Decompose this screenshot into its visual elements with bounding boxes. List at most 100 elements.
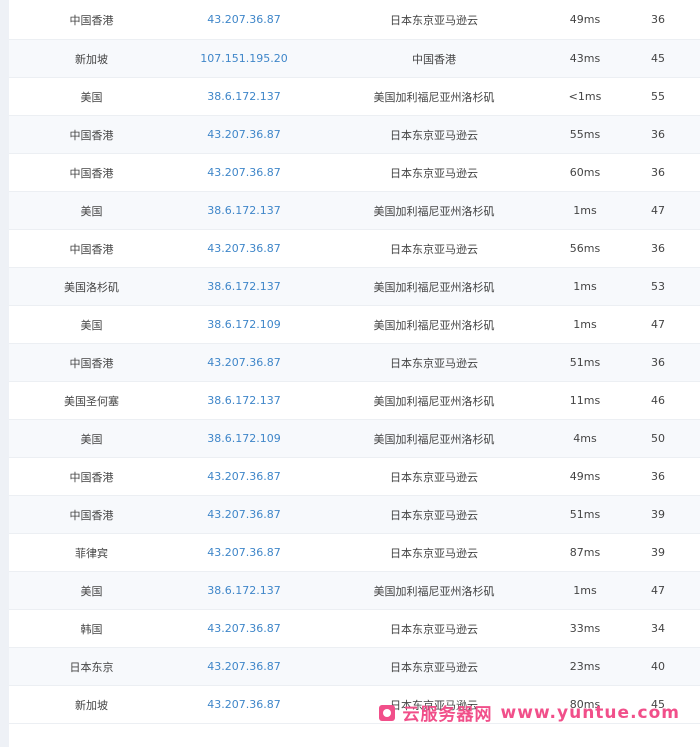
isp-cell: 日本东京亚马逊云: [390, 470, 478, 484]
isp-cell: 美国加利福尼亚州洛杉矶: [373, 90, 495, 104]
ip-link[interactable]: 43.207.36.87: [174, 698, 314, 711]
ip-link[interactable]: 43.207.36.87: [174, 356, 314, 369]
table-row: 中国香港 43.207.36.87 日本东京亚马逊云 49ms 36: [9, 0, 700, 40]
isp-cell: 美国加利福尼亚州洛杉矶: [373, 318, 495, 332]
table-row: 中国香港 43.207.36.87 日本东京亚马逊云 51ms 36: [9, 344, 700, 382]
location-cell: 新加坡: [75, 52, 108, 66]
location-cell: 中国香港: [69, 242, 114, 256]
table-row: 韩国 43.207.36.87 日本东京亚马逊云 33ms 34: [9, 610, 700, 648]
ttl-cell: 36: [651, 470, 665, 483]
response-time-cell: 56ms: [569, 242, 601, 255]
table-row: 中国香港 43.207.36.87 日本东京亚马逊云 56ms 36: [9, 230, 700, 268]
response-time-cell: 55ms: [569, 128, 601, 141]
ttl-cell: 40: [651, 660, 665, 673]
ip-link[interactable]: 38.6.172.109: [174, 432, 314, 445]
isp-cell: 日本东京亚马逊云: [390, 546, 478, 560]
ip-link[interactable]: 43.207.36.87: [174, 660, 314, 673]
ip-link[interactable]: 43.207.36.87: [174, 546, 314, 559]
ttl-cell: 36: [651, 166, 665, 179]
response-time-cell: 1ms: [573, 318, 597, 331]
isp-cell: 日本东京亚马逊云: [390, 508, 478, 522]
watermark-logo-icon: [378, 704, 395, 721]
ip-link[interactable]: 43.207.36.87: [174, 242, 314, 255]
ip-link[interactable]: 107.151.195.20: [174, 52, 314, 65]
location-cell: 韩国: [80, 622, 103, 636]
location-cell: 新加坡: [75, 698, 108, 712]
ip-link[interactable]: 38.6.172.137: [174, 204, 314, 217]
watermark: 云服务器网 www.yuntue.com: [378, 700, 680, 725]
ip-link[interactable]: 43.207.36.87: [174, 622, 314, 635]
response-time-cell: 1ms: [573, 584, 597, 597]
ttl-cell: 47: [651, 584, 665, 597]
ttl-cell: 45: [651, 52, 665, 65]
response-time-cell: 11ms: [569, 394, 601, 407]
response-time-cell: 51ms: [569, 508, 601, 521]
ttl-cell: 46: [651, 394, 665, 407]
ttl-cell: 36: [651, 356, 665, 369]
response-time-cell: <1ms: [568, 90, 602, 103]
ip-link[interactable]: 38.6.172.109: [174, 318, 314, 331]
isp-cell: 日本东京亚马逊云: [390, 128, 478, 142]
isp-cell: 日本东京亚马逊云: [390, 242, 478, 256]
response-time-cell: 51ms: [569, 356, 601, 369]
ttl-cell: 50: [651, 432, 665, 445]
response-time-cell: 4ms: [573, 432, 597, 445]
ttl-cell: 47: [651, 318, 665, 331]
location-cell: 美国洛杉矶: [64, 280, 119, 294]
ttl-cell: 47: [651, 204, 665, 217]
location-cell: 日本东京: [69, 660, 114, 674]
location-cell: 中国香港: [69, 13, 114, 27]
table-row: 美国 38.6.172.137 美国加利福尼亚州洛杉矶 1ms 47: [9, 192, 700, 230]
ping-results-panel: 中国香港 43.207.36.87 日本东京亚马逊云 49ms 36 新加坡 107.151…: [0, 0, 700, 747]
location-cell: 美国: [80, 432, 103, 446]
ip-link[interactable]: 43.207.36.87: [174, 128, 314, 141]
ip-link[interactable]: 38.6.172.137: [174, 394, 314, 407]
table-row: 中国香港 43.207.36.87 日本东京亚马逊云 49ms 36: [9, 458, 700, 496]
location-cell: 美国: [80, 318, 103, 332]
ttl-cell: 39: [651, 508, 665, 521]
ip-link[interactable]: 38.6.172.137: [174, 90, 314, 103]
ip-link[interactable]: 43.207.36.87: [174, 13, 314, 26]
ttl-cell: 39: [651, 546, 665, 559]
isp-cell: 美国加利福尼亚州洛杉矶: [373, 584, 495, 598]
isp-cell: 日本东京亚马逊云: [390, 166, 478, 180]
response-time-cell: 49ms: [569, 13, 601, 26]
table-row: 美国 38.6.172.109 美国加利福尼亚州洛杉矶 4ms 50: [9, 420, 700, 458]
table-row: 美国圣何塞 38.6.172.137 美国加利福尼亚州洛杉矶 11ms 46: [9, 382, 700, 420]
table-row: 美国 38.6.172.109 美国加利福尼亚州洛杉矶 1ms 47: [9, 306, 700, 344]
isp-cell: 日本东京亚马逊云: [390, 660, 478, 674]
table-row: 中国香港 43.207.36.87 日本东京亚马逊云 51ms 39: [9, 496, 700, 534]
response-time-cell: 49ms: [569, 470, 601, 483]
ping-results-table: 中国香港 43.207.36.87 日本东京亚马逊云 49ms 36 新加坡 107.151…: [9, 0, 700, 724]
table-row: 美国洛杉矶 38.6.172.137 美国加利福尼亚州洛杉矶 1ms 53: [9, 268, 700, 306]
location-cell: 中国香港: [69, 128, 114, 142]
isp-cell: 日本东京亚马逊云: [390, 356, 478, 370]
ip-link[interactable]: 38.6.172.137: [174, 280, 314, 293]
table-row: 日本东京 43.207.36.87 日本东京亚马逊云 23ms 40: [9, 648, 700, 686]
isp-cell: 美国加利福尼亚州洛杉矶: [373, 204, 495, 218]
location-cell: 美国: [80, 204, 103, 218]
watermark-brand: 云服务器网: [402, 705, 493, 725]
table-row: 美国 38.6.172.137 美国加利福尼亚州洛杉矶 <1ms 55: [9, 78, 700, 116]
isp-cell: 美国加利福尼亚州洛杉矶: [373, 394, 495, 408]
location-cell: 菲律宾: [75, 546, 108, 560]
isp-cell: 日本东京亚马逊云: [390, 13, 478, 27]
response-time-cell: 1ms: [573, 204, 597, 217]
isp-cell: 中国香港: [412, 52, 456, 66]
location-cell: 中国香港: [69, 166, 114, 180]
isp-cell: 美国加利福尼亚州洛杉矶: [373, 280, 495, 294]
ttl-cell: 36: [651, 242, 665, 255]
ip-link[interactable]: 43.207.36.87: [174, 470, 314, 483]
ttl-cell: 53: [651, 280, 665, 293]
location-cell: 美国圣何塞: [64, 394, 119, 408]
watermark-url: www.yuntue.com: [500, 702, 680, 723]
response-time-cell: 43ms: [569, 52, 601, 65]
response-time-cell: 1ms: [573, 280, 597, 293]
ip-link[interactable]: 43.207.36.87: [174, 508, 314, 521]
ip-link[interactable]: 38.6.172.137: [174, 584, 314, 597]
ip-link[interactable]: 43.207.36.87: [174, 166, 314, 179]
response-time-cell: 23ms: [569, 660, 601, 673]
ttl-cell: 36: [651, 128, 665, 141]
isp-cell: 美国加利福尼亚州洛杉矶: [373, 432, 495, 446]
response-time-cell: 87ms: [569, 546, 601, 559]
